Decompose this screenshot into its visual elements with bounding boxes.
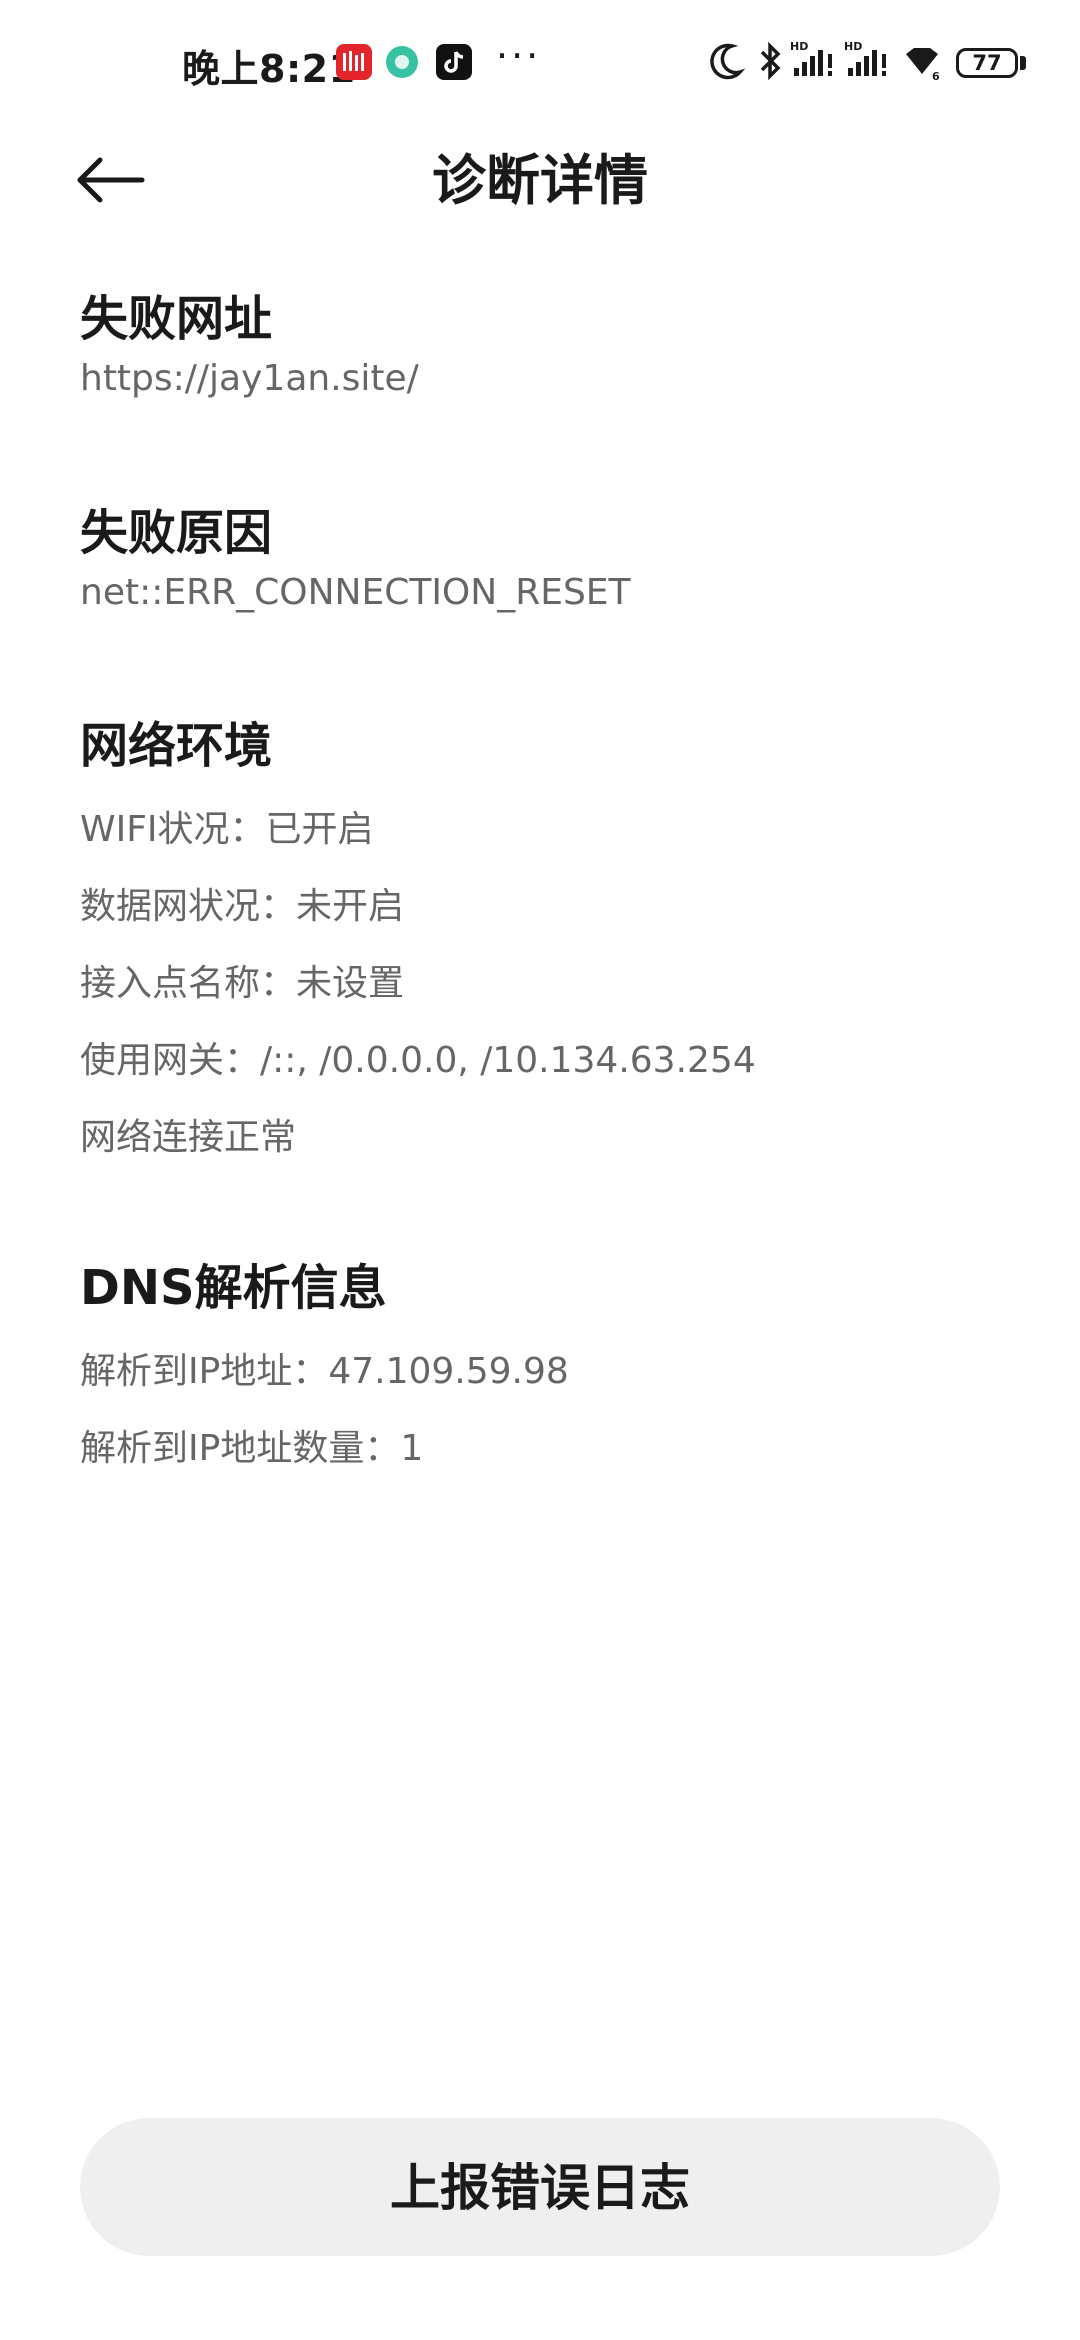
signal-icon-secondary: HD: [844, 40, 894, 88]
dns-lines: 解析到IP地址：47.109.59.98 解析到IP地址数量：1: [80, 1333, 1000, 1487]
resolved-ip-count: 解析到IP地址数量：1: [80, 1428, 424, 1469]
bluetooth-icon: [756, 40, 786, 88]
news-app-icon: [336, 44, 372, 80]
battery-tip: [1020, 56, 1026, 70]
network-section: 网络环境 WIFI状况：已开启 数据网状况：未开启 接入点名称：未设置 使用网关…: [80, 711, 1000, 1176]
moon-icon: [706, 40, 746, 88]
failed-url-value: https://jay1an.site/: [80, 358, 419, 399]
mobile-data-status: 数据网状况：未开启: [80, 886, 405, 927]
report-error-log-button[interactable]: 上报错误日志: [80, 2118, 1000, 2256]
status-bar: 晚上8:21 ··· HD HD 6 77: [0, 0, 1080, 124]
network-heading: 网络环境: [80, 718, 273, 774]
page-title: 诊断详情: [432, 149, 648, 212]
more-notifications-icon: ···: [496, 34, 542, 78]
network-lines: WIFI状况：已开启 数据网状况：未开启 接入点名称：未设置 使用网关：/::,…: [80, 791, 1000, 1176]
diamond-icon: 6: [900, 40, 944, 88]
connection-status: 网络连接正常: [80, 1117, 297, 1158]
failed-url-section: 失败网址 https://jay1an.site/: [80, 284, 1000, 404]
signal-icon: HD: [790, 40, 840, 88]
failed-url-heading: 失败网址: [80, 291, 273, 347]
dns-heading: DNS解析信息: [80, 1260, 387, 1316]
resolved-ip: 解析到IP地址：47.109.59.98: [80, 1351, 569, 1392]
svg-text:6: 6: [932, 70, 940, 83]
header: 诊断详情: [0, 124, 1080, 304]
failure-reason-section: 失败原因 net::ERR_CONNECTION_RESET: [80, 498, 1000, 618]
svg-text:HD: HD: [790, 40, 808, 53]
svg-text:HD: HD: [844, 40, 862, 53]
status-time: 晚上8:21: [182, 47, 356, 91]
failure-reason-value: net::ERR_CONNECTION_RESET: [80, 572, 631, 613]
gateway: 使用网关：/::, /0.0.0.0, /10.134.63.254: [80, 1040, 756, 1081]
dns-section: DNS解析信息 解析到IP地址：47.109.59.98 解析到IP地址数量：1: [80, 1253, 1000, 1487]
tiktok-icon: [436, 44, 472, 80]
failure-reason-heading: 失败原因: [80, 505, 273, 561]
browser-app-icon: [386, 46, 418, 78]
apn-name: 接入点名称：未设置: [80, 963, 405, 1004]
battery-level: 77: [972, 51, 1002, 75]
wifi-status: WIFI状况：已开启: [80, 809, 374, 850]
battery-icon: 77: [956, 48, 1018, 78]
